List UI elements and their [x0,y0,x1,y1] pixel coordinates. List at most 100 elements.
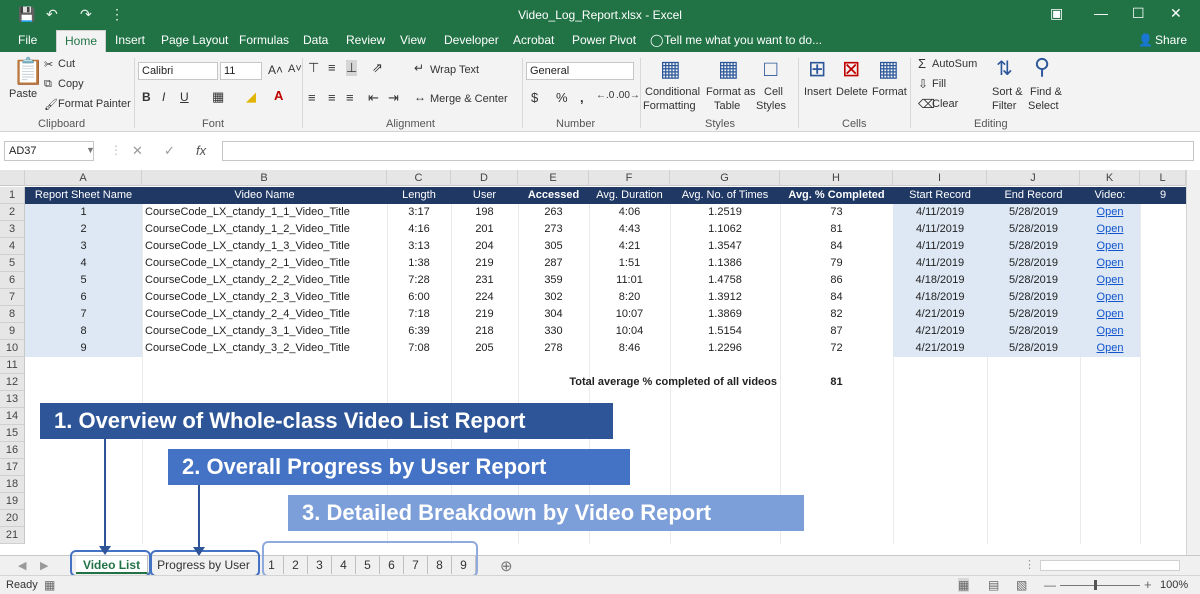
decrease-indent-icon[interactable]: ⇤ [368,90,379,106]
copy-button[interactable]: Copy [58,78,84,90]
share-button[interactable]: Share [1155,33,1187,47]
name-box-dropdown-icon[interactable]: ▼ [86,145,95,155]
font-name-select[interactable]: Calibri [138,62,218,80]
percent-icon[interactable]: % [556,90,568,105]
page-layout-view-icon[interactable]: ▤ [988,578,999,592]
scroll-tabs-right-icon[interactable]: ▶ [40,559,48,572]
tab-power-pivot[interactable]: Power Pivot [572,33,636,47]
formula-input[interactable] [222,141,1194,161]
align-bottom-icon[interactable]: ⊥ [346,60,358,76]
zoom-out-icon[interactable]: — [1044,578,1056,592]
cut-button[interactable]: Cut [58,58,75,70]
format-painter-button[interactable]: Format Painter [58,98,131,110]
zoom-level[interactable]: 100% [1160,579,1188,591]
column-header[interactable]: L [1140,170,1186,186]
paste-button[interactable]: Paste [9,88,37,100]
column-title[interactable]: Start Record [893,187,987,204]
row-header[interactable]: 21 [0,527,25,544]
italic-icon[interactable]: I [162,90,165,104]
scroll-tabs-left-icon[interactable]: ◀ [18,559,26,572]
vertical-scrollbar[interactable] [1186,170,1200,555]
macro-record-icon[interactable]: ▦ [44,578,55,592]
column-header[interactable]: I [893,170,987,186]
sort-filter-button[interactable]: Sort & [992,86,1023,98]
column-title[interactable]: Avg. % Completed [780,187,893,204]
grow-font-icon[interactable]: A˄ [268,63,283,77]
confirm-entry-icon[interactable]: ✓ [164,143,175,159]
format-cells-button[interactable]: Format [872,86,907,98]
align-left-icon[interactable]: ≡ [308,90,316,105]
align-right-icon[interactable]: ≡ [346,90,354,105]
column-title[interactable]: Avg. No. of Times [670,187,780,204]
column-header[interactable]: B [142,170,387,186]
column-title[interactable]: End Record [987,187,1080,204]
comma-icon[interactable]: , [580,90,584,105]
column-header[interactable]: G [670,170,780,186]
tab-developer[interactable]: Developer [444,33,499,47]
minimize-icon[interactable]: — [1094,5,1108,21]
tab-view[interactable]: View [400,33,426,47]
shrink-font-icon[interactable]: A˅ [288,63,302,75]
font-color-icon[interactable]: A [274,88,283,103]
row-header[interactable]: 4 [0,238,25,255]
row-header[interactable]: 11 [0,357,25,374]
close-icon[interactable]: ✕ [1170,5,1182,22]
increase-decimal-icon[interactable]: ←.0 [596,90,614,101]
maximize-icon[interactable]: ☐ [1132,5,1145,22]
conditional-formatting-button[interactable]: Conditional [645,86,700,98]
number-format-select[interactable]: General [526,62,634,80]
open-video-link[interactable]: Open [1080,221,1140,238]
zoom-slider-thumb[interactable] [1094,580,1097,590]
column-title[interactable]: User [451,187,518,204]
find-select-button[interactable]: Find & [1030,86,1062,98]
row-header[interactable]: 6 [0,272,25,289]
row-header[interactable]: 2 [0,204,25,221]
open-video-link[interactable]: Open [1080,204,1140,221]
open-video-link[interactable]: Open [1080,340,1140,357]
column-header[interactable]: K [1080,170,1140,186]
paste-icon[interactable]: 📋 [12,56,44,87]
tab-page-layout[interactable]: Page Layout [161,33,228,47]
open-video-link[interactable]: Open [1080,238,1140,255]
tab-formulas[interactable]: Formulas [239,33,289,47]
clear-button[interactable]: Clear [932,98,958,110]
column-header[interactable]: C [387,170,451,186]
page-break-view-icon[interactable]: ▧ [1016,578,1027,592]
column-header[interactable]: F [589,170,670,186]
column-title[interactable]: Report Sheet Name [25,187,142,204]
row-header[interactable]: 9 [0,323,25,340]
column-title[interactable]: Video: [1080,187,1140,204]
row-header[interactable]: 16 [0,442,25,459]
tab-data[interactable]: Data [303,33,328,47]
new-sheet-icon[interactable]: ⊕ [500,557,513,575]
decrease-decimal-icon[interactable]: .00→ [616,90,640,101]
tab-acrobat[interactable]: Acrobat [513,33,554,47]
name-box[interactable]: AD37 [4,141,94,161]
tell-me-input[interactable]: Tell me what you want to do... [664,33,822,47]
bold-icon[interactable]: B [142,90,151,104]
column-title[interactable]: Accessed [518,187,589,204]
column-header[interactable]: E [518,170,589,186]
insert-cells-button[interactable]: Insert [804,86,832,98]
increase-indent-icon[interactable]: ⇥ [388,90,399,106]
row-header[interactable]: 5 [0,255,25,272]
row-header[interactable]: 18 [0,476,25,493]
wrap-text-button[interactable]: Wrap Text [430,64,479,76]
merge-center-button[interactable]: Merge & Center [430,93,508,105]
row-header[interactable]: 15 [0,425,25,442]
align-middle-icon[interactable]: ≡ [328,60,336,75]
select-all-corner[interactable] [0,170,25,186]
cancel-entry-icon[interactable]: ✕ [132,143,143,159]
row-header[interactable]: 14 [0,408,25,425]
row-header[interactable]: 13 [0,391,25,408]
delete-cells-button[interactable]: Delete [836,86,868,98]
zoom-in-icon[interactable]: + [1144,577,1152,592]
row-header[interactable]: 1 [0,187,25,204]
cell-styles-button[interactable]: Cell [764,86,783,98]
fill-button[interactable]: Fill [932,78,946,90]
autosum-button[interactable]: AutoSum [932,58,977,70]
align-top-icon[interactable]: ⊤ [308,60,319,76]
font-size-select[interactable]: 11 [220,62,262,80]
underline-icon[interactable]: U [180,90,189,104]
open-video-link[interactable]: Open [1080,272,1140,289]
